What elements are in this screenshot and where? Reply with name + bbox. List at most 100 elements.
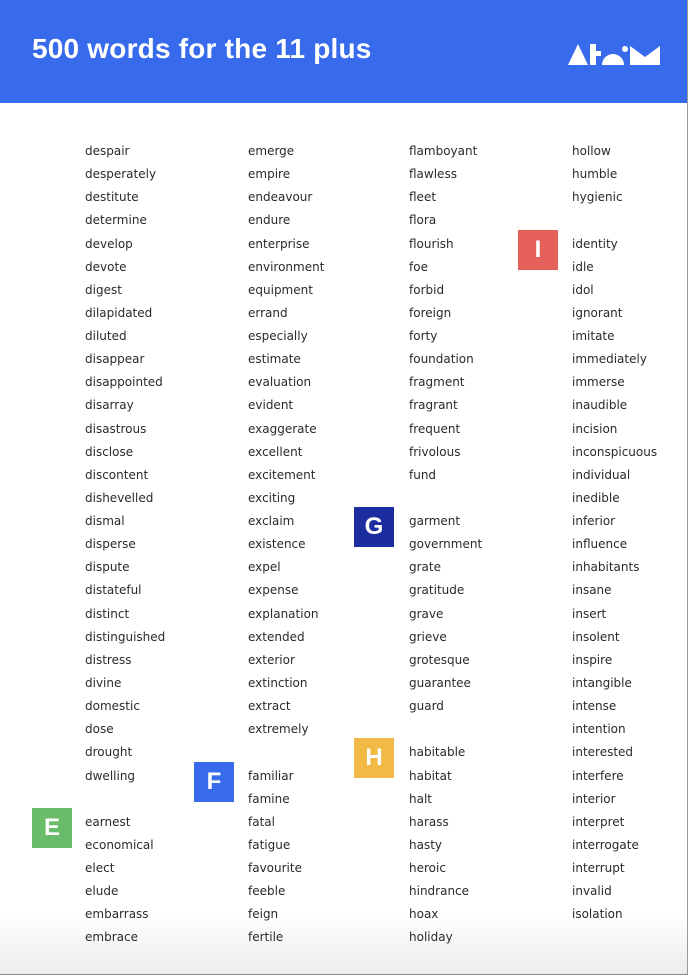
letter-badge-g: G [354,507,394,548]
word-item: hygienic [572,190,623,205]
word-item: feign [248,907,279,922]
word-item: isolation [572,907,623,922]
word-item: disappointed [85,375,163,390]
word-item: hoax [409,907,439,922]
word-item: holiday [409,930,453,945]
word-item: dilapidated [85,305,153,320]
word-item: endure [248,213,291,228]
word-item: emerge [248,144,295,158]
word-item: invalid [572,884,612,899]
word-item: extinction [248,675,308,690]
word-item: fragrant [409,398,458,413]
word-item: flamboyant [409,144,478,158]
word-item: interior [572,791,616,806]
word-item: foundation [409,352,474,367]
word-item: extract [248,699,291,714]
word-item: immerse [572,375,625,390]
word-item: despair [85,144,130,158]
word-item: economical [85,837,154,852]
word-item: gratitude [409,583,465,598]
letter-badge-h: H [354,738,394,779]
word-item: expense [248,583,299,598]
word-item: imitate [572,329,615,344]
word-item: dispute [85,560,130,575]
word-item: intangible [572,675,632,690]
word-item: grieve [409,629,447,644]
letter-badge-f: F [194,761,234,802]
word-item: fragment [409,375,465,390]
word-item: incision [572,421,618,436]
word-item: flawless [409,167,457,182]
page-title: 500 words for the 11 plus [32,33,372,64]
word-item: inhabitants [572,560,640,575]
word-item: feeble [248,884,286,899]
word-item: exclaim [248,514,295,529]
word-item: interfere [572,768,624,783]
word-item: devote [85,259,127,274]
word-item: drought [85,745,133,760]
word-item: embarrass [85,907,149,922]
word-item: empire [248,167,291,182]
word-item: government [409,537,483,552]
word-item: heroic [409,861,446,876]
word-item: excitement [248,467,316,482]
word-item: expel [248,560,281,575]
word-item: foe [409,259,428,274]
word-item: flourish [409,236,454,251]
word-item: hindrance [409,884,470,899]
word-item: foreign [409,305,452,320]
word-item: develop [85,236,133,251]
word-item: estimate [248,352,301,367]
word-item: elude [85,884,119,899]
word-item: destitute [85,190,139,205]
word-item: habitat [409,768,452,783]
word-item: disclose [85,444,134,459]
word-item: extremely [248,722,309,737]
word-item: explanation [248,606,319,621]
word-item: extended [248,629,305,644]
word-item: forty [409,329,438,344]
word-item: digest [85,282,122,297]
word-item: equipment [248,282,313,297]
word-item: harass [409,814,449,829]
word-item: dwelling [85,768,136,783]
word-item: favourite [248,861,302,876]
word-item: disarray [85,398,134,413]
word-item: fatal [248,814,275,829]
word-item: fatigue [248,837,291,852]
word-item: fund [409,467,437,482]
word-item: grate [409,560,441,575]
word-item: idol [572,282,594,297]
word-item: disastrous [85,421,147,436]
letter-badge-i: I [518,229,558,270]
word-item: distinguished [85,629,166,644]
word-item: habitable [409,745,466,760]
word-item: embrace [85,930,138,945]
word-item: influence [572,537,628,552]
word-item: distress [85,652,132,667]
word-item: individual [572,467,631,482]
word-item: distateful [85,583,142,598]
word-item: disperse [85,537,136,552]
word-item: frivolous [409,444,461,459]
word-item: desperately [85,167,157,182]
word-item: hasty [409,837,443,852]
word-item: immediately [572,352,647,367]
word-item: inedible [572,490,620,505]
word-item: distinct [85,606,130,621]
word-item: garment [409,514,461,529]
word-item: elect [85,861,115,876]
word-item: grave [409,606,444,621]
word-item: excellent [248,444,303,459]
word-item: idle [572,259,594,274]
word-item: diluted [85,329,127,344]
atom-logo-icon [568,44,660,65]
letter-badge-e: E [32,807,72,848]
word-item: guard [409,699,444,714]
word-item: enterprise [248,236,310,251]
word-item: ignorant [572,305,623,320]
word-item: frequent [409,421,461,436]
word-list-page: 500 words for the 11 plus despair despera… [0,0,688,975]
word-item: forbid [409,282,445,297]
word-item: earnest [85,814,131,829]
